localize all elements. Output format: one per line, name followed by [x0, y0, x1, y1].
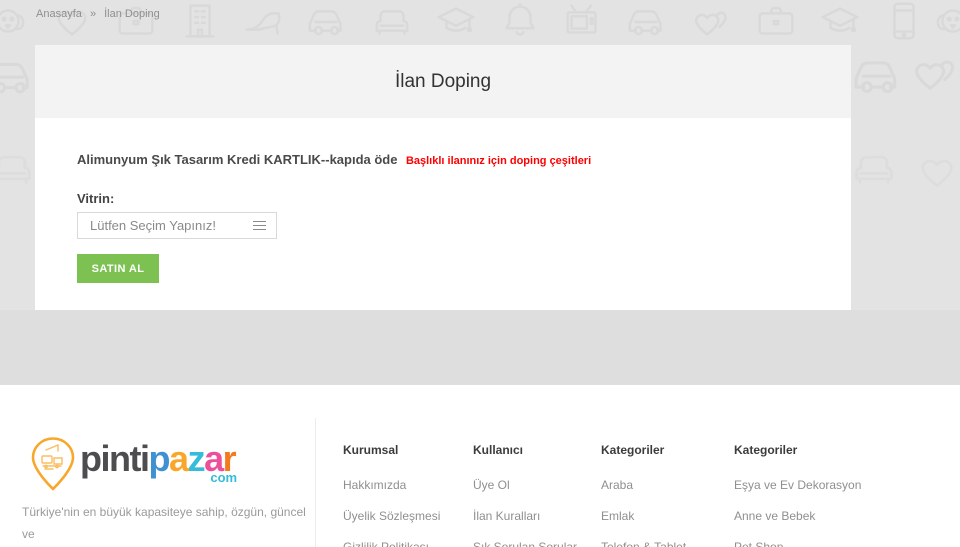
footer-link[interactable]: Telefon & Tablet	[601, 540, 741, 547]
product-title: Alimunyum Şık Tasarım Kredi KARTLIK--kap…	[77, 152, 397, 167]
footer-link[interactable]: İlan Kuralları	[473, 509, 613, 523]
card-body: Alimunyum Şık Tasarım Kredi KARTLIK--kap…	[35, 118, 851, 283]
logo-letter: i	[140, 438, 149, 479]
footer-divider	[315, 418, 316, 547]
doodle-dog-icon	[938, 10, 960, 31]
doodle-armchair-icon	[0, 157, 29, 182]
footer-column-title: Kategoriler	[601, 443, 741, 457]
footer-column-title: Kullanıcı	[473, 443, 613, 457]
logo-letter: p	[80, 438, 101, 479]
logo-wordmark: pintipazar com	[80, 439, 235, 479]
doodle-armchair-icon	[377, 11, 408, 33]
doodle-heel-icon	[247, 13, 280, 33]
doodle-tv-icon	[568, 6, 596, 33]
footer-description-line1: Türkiye'nin en büyük kapasiteye sahip, ö…	[22, 505, 306, 541]
page-title: İlan Doping	[395, 71, 491, 93]
doodle-phone-icon	[894, 4, 913, 39]
footer-description: Türkiye'nin en büyük kapasiteye sahip, ö…	[22, 501, 314, 547]
logo-tld: com	[210, 470, 237, 485]
logo-pin-icon	[28, 436, 78, 492]
doodle-briefcase-icon	[760, 8, 793, 33]
logo-letter: p	[149, 438, 170, 479]
doodle-car-icon	[630, 11, 661, 34]
vitrin-label: Vitrin:	[77, 191, 809, 206]
gray-band	[0, 310, 960, 385]
footer-link[interactable]: Eşya ve Ev Dekorasyon	[734, 478, 894, 492]
site-logo[interactable]: pintipazar com	[28, 435, 314, 490]
footer-column-title: Kurumsal	[343, 443, 473, 457]
footer-link[interactable]: Pet Shop	[734, 540, 894, 547]
footer-link[interactable]: Üye Ol	[473, 478, 613, 492]
doodle-armchair-icon	[857, 157, 892, 182]
hamburger-icon	[253, 218, 266, 233]
doodle-hearts-icon	[917, 62, 953, 88]
doodle-dog-icon	[0, 10, 23, 31]
vitrin-select[interactable]: Lütfen Seçim Yapınız!	[77, 212, 277, 239]
footer-link[interactable]: Gizlilik Politikası	[343, 540, 473, 547]
footer-link[interactable]: Araba	[601, 478, 741, 492]
doodle-car-icon	[0, 64, 27, 92]
vitrin-select-value: Lütfen Seçim Yapınız!	[90, 218, 216, 233]
footer-column-kategoriler-2: Kategoriler Eşya ve Ev Dekorasyon Anne v…	[734, 443, 894, 547]
footer-link[interactable]: Hakkımızda	[343, 478, 473, 492]
doodle-graduation-cap-icon	[823, 9, 858, 32]
footer-link[interactable]: Üyelik Sözleşmesi	[343, 509, 473, 523]
logo-letter: n	[109, 438, 130, 479]
breadcrumb: Anasayfa » İlan Doping	[36, 8, 165, 20]
footer-link[interactable]: Emlak	[601, 509, 741, 523]
doping-card: İlan Doping Alimunyum Şık Tasarım Kredi …	[35, 45, 851, 310]
doodle-hearts-icon	[696, 13, 726, 35]
product-line: Alimunyum Şık Tasarım Kredi KARTLIK--kap…	[77, 151, 809, 170]
breadcrumb-home-link[interactable]: Anasayfa	[36, 8, 82, 20]
breadcrumb-separator: »	[90, 8, 96, 20]
card-header: İlan Doping	[35, 45, 851, 118]
footer: pintipazar com Türkiye'nin en büyük kapa…	[0, 385, 960, 547]
footer-link[interactable]: Anne ve Bebek	[734, 509, 894, 523]
footer-left-section: pintipazar com Türkiye'nin en büyük kapa…	[22, 435, 314, 547]
logo-letter: t	[130, 438, 141, 479]
breadcrumb-current: İlan Doping	[104, 8, 160, 20]
footer-link[interactable]: Sık Sorulan Sorular	[473, 540, 613, 547]
satin-al-button[interactable]: SATIN AL	[77, 254, 159, 283]
logo-letter: i	[101, 438, 110, 479]
doping-subtitle: Başlıklı ilanınız için doping çeşitleri	[406, 155, 591, 167]
doodle-heart-icon	[923, 161, 952, 186]
footer-column-kategoriler-1: Kategoriler Araba Emlak Telefon & Tablet	[601, 443, 741, 547]
doodle-car-icon	[310, 11, 341, 34]
doodle-building-icon	[187, 6, 214, 37]
logo-letter: a	[169, 438, 188, 479]
doodle-car-icon	[856, 63, 895, 92]
doodle-bell-icon	[507, 4, 534, 34]
footer-column-kullanici: Kullanıcı Üye Ol İlan Kuralları Sık Soru…	[473, 443, 613, 547]
doodle-graduation-cap-icon	[439, 9, 474, 32]
footer-column-kurumsal: Kurumsal Hakkımızda Üyelik Sözleşmesi Gi…	[343, 443, 473, 547]
footer-column-title: Kategoriler	[734, 443, 894, 457]
logo-letter: z	[188, 438, 205, 479]
